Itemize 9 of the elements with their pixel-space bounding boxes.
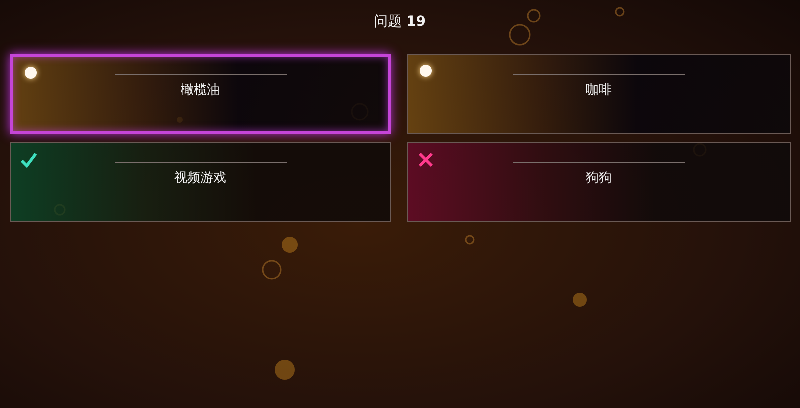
answer-label: 橄榄油 xyxy=(181,82,220,99)
answer-card[interactable]: 咖啡 xyxy=(407,54,791,134)
question-title: 问题 19 xyxy=(373,13,427,32)
answer-label: 咖啡 xyxy=(586,82,612,99)
answer-card[interactable]: 狗狗 xyxy=(407,142,791,222)
answer-card[interactable]: 视频游戏 xyxy=(10,142,391,222)
answer-label: 狗狗 xyxy=(586,170,612,187)
answer-card[interactable]: 橄榄油 xyxy=(10,54,391,134)
answer-label: 视频游戏 xyxy=(174,170,226,187)
